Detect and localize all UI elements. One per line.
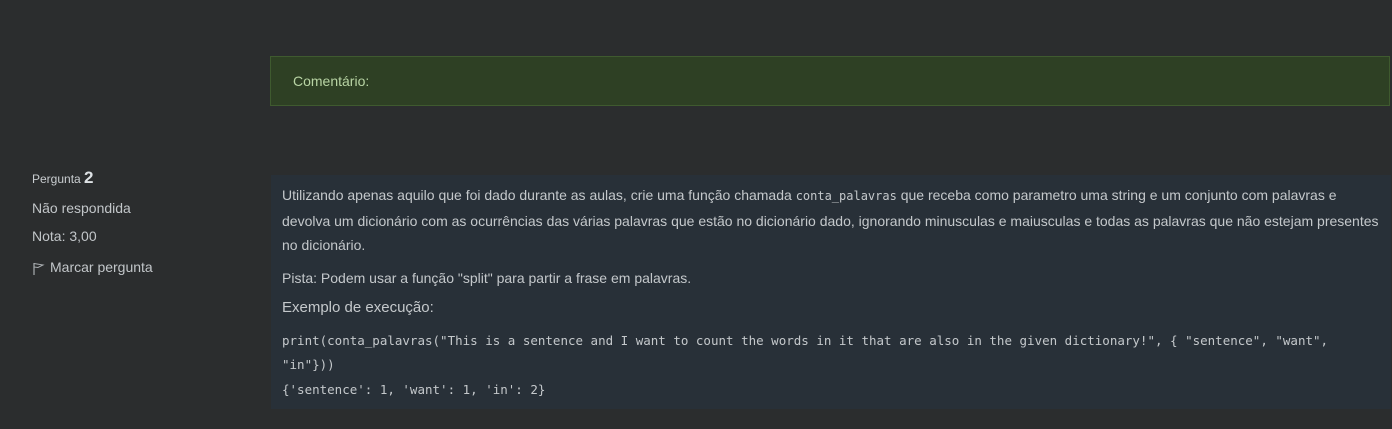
question-status: Não respondida	[32, 200, 131, 216]
description-start: Utilizando apenas aquilo que foi dado du…	[282, 187, 796, 203]
question-info: Pergunta 2 Não respondida Nota: 3,00 Mar…	[32, 168, 252, 276]
question-hint: Pista: Podem usar a função "split" para …	[282, 269, 692, 286]
example-code-block: print(conta_palavras("This is a sentence…	[282, 329, 1380, 403]
function-name-code: conta_palavras	[795, 189, 897, 203]
question-grade: Nota: 3,00	[32, 228, 97, 244]
question-number: Pergunta 2	[32, 168, 252, 188]
question-prefix: Pergunta	[32, 172, 81, 186]
example-title: Exemplo de execução:	[282, 299, 434, 316]
flag-icon	[33, 263, 45, 275]
example-output: {'sentence': 1, 'want': 1, 'in': 2}	[282, 381, 546, 397]
flag-question-button[interactable]: Marcar pergunta	[32, 258, 252, 276]
comment-box: Comentário:	[270, 56, 1390, 106]
flag-question-label: Marcar pergunta	[50, 259, 153, 275]
comment-label: Comentário:	[293, 73, 370, 89]
question-text: Utilizando apenas aquilo que foi dado du…	[271, 175, 1391, 409]
question-number-value: 2	[84, 168, 94, 187]
quiz-page: Comentário: Pergunta 2 Não respondida No…	[0, 0, 1392, 429]
question-description: Utilizando apenas aquilo que foi dado du…	[282, 183, 1380, 258]
example-code: print(conta_palavras("This is a sentence…	[282, 332, 1336, 373]
